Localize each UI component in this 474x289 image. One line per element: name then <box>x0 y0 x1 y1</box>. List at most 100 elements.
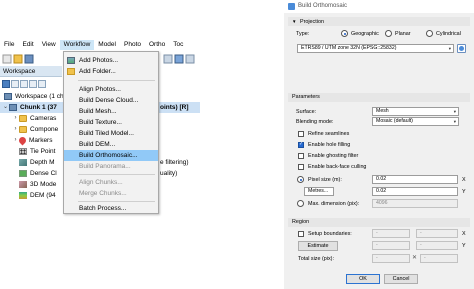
enable-hole-filling-label: Enable hole filling <box>308 142 351 148</box>
build-orthomosaic-dialog: Build Orthomosaic ▼ Projection Type: Geo… <box>284 0 474 289</box>
save-icon[interactable] <box>24 54 34 64</box>
region-section-label: Region <box>292 219 310 225</box>
total-size-y-value: - <box>424 255 426 261</box>
projection-section-header[interactable]: ▼ Projection <box>288 17 470 26</box>
menu-item-build-panorama[interactable]: Build Panorama... <box>64 161 158 172</box>
add-photos-icon <box>67 57 75 64</box>
menu-bar: File Edit View Workflow Model Photo Orth… <box>0 40 200 50</box>
parameters-section-label: Parameters <box>292 94 320 100</box>
boundary-x-max-value: - <box>420 230 422 236</box>
menu-model[interactable]: Model <box>94 40 120 50</box>
parameters-section-header[interactable]: Parameters <box>288 93 470 102</box>
menu-view[interactable]: View <box>38 40 60 50</box>
ok-button[interactable]: OK <box>346 274 380 284</box>
chevron-right-icon[interactable]: › <box>12 124 19 135</box>
select-crs-globe-icon[interactable] <box>457 44 466 53</box>
dialog-title: Build Orthomosaic <box>298 3 348 9</box>
menu-item-build-orthomosaic[interactable]: Build Orthomosaic... <box>64 150 158 161</box>
menu-item-build-dense-cloud[interactable]: Build Dense Cloud... <box>64 95 158 106</box>
radio-geographic[interactable] <box>341 30 348 37</box>
tie-points-icon <box>19 148 27 155</box>
estimate-button[interactable]: Estimate <box>298 241 338 251</box>
dense-cloud-icon <box>19 170 27 177</box>
menu-item-align-chunks[interactable]: Align Chunks... <box>64 177 158 188</box>
menu-tools[interactable]: Toc <box>169 40 187 50</box>
chevron-down-icon[interactable]: ⌄ <box>2 102 9 113</box>
disable-icon[interactable] <box>38 80 46 88</box>
menu-item-build-tiled-model[interactable]: Build Tiled Model... <box>64 128 158 139</box>
enable-ghosting-filter-checkbox[interactable] <box>298 153 304 159</box>
enable-hole-filling-checkbox[interactable] <box>298 141 304 148</box>
tree-dense-cloud-label: Dense Cl <box>30 170 57 177</box>
boundary-x-min[interactable]: - <box>372 229 410 238</box>
menu-edit[interactable]: Edit <box>18 40 37 50</box>
crs-value: ETRS89 / UTM zone 32N (EPSG::25832) <box>301 45 397 51</box>
dialog-titlebar: Build Orthomosaic <box>284 0 474 13</box>
enable-backface-culling-checkbox[interactable] <box>298 164 304 170</box>
blending-mode-select[interactable]: Mosaic (default) ▾ <box>372 117 459 126</box>
menu-ortho[interactable]: Ortho <box>145 40 169 50</box>
enable-icon[interactable] <box>29 80 37 88</box>
menu-item-batch-process[interactable]: Batch Process... <box>64 203 158 214</box>
tree-dense-suffix: uality) <box>160 170 178 177</box>
boundary-y-max[interactable]: - <box>416 241 458 250</box>
menu-item-align-photos[interactable]: Align Photos... <box>64 84 158 95</box>
metres-button[interactable]: Metres... <box>304 187 334 196</box>
menu-item-label: Add Folder... <box>79 68 116 75</box>
depth-maps-icon <box>19 159 27 166</box>
menu-item-label: Add Photos... <box>79 57 119 64</box>
add-photos-icon[interactable] <box>11 80 19 88</box>
open-icon[interactable] <box>13 54 23 64</box>
radio-cylindrical[interactable] <box>426 30 433 37</box>
toolbar-icon-c[interactable] <box>185 54 195 64</box>
setup-boundaries-checkbox[interactable] <box>298 231 304 237</box>
surface-select[interactable]: Mesh ▾ <box>372 107 459 116</box>
boundary-x-min-value: - <box>376 230 378 236</box>
remove-icon[interactable] <box>20 80 28 88</box>
main-app-window: File Edit View Workflow Model Photo Orth… <box>0 0 284 289</box>
refine-seamlines-checkbox[interactable] <box>298 131 304 137</box>
max-dimension-value: 4096 <box>376 200 388 206</box>
region-section-header[interactable]: Region <box>288 218 470 227</box>
menu-item-build-texture[interactable]: Build Texture... <box>64 117 158 128</box>
max-dimension-input[interactable]: 4096 <box>372 199 458 208</box>
menu-item-build-dem[interactable]: Build DEM... <box>64 139 158 150</box>
refine-seamlines-label: Refine seamlines <box>308 131 350 137</box>
toolbar-icon-b[interactable] <box>174 54 184 64</box>
pixel-size-radio[interactable] <box>297 176 304 183</box>
radio-planar[interactable] <box>385 30 392 37</box>
tree-depth-suffix: e filtering) <box>160 159 189 166</box>
crs-select[interactable]: ETRS89 / UTM zone 32N (EPSG::25832) ▾ <box>297 44 454 53</box>
menu-item-label: Align Photos... <box>79 86 121 93</box>
blending-mode-value: Mosaic (default) <box>376 118 413 124</box>
menu-item-add-folder[interactable]: Add Folder... <box>64 66 158 77</box>
toolbar-icon-a[interactable] <box>163 54 173 64</box>
add-chunk-icon[interactable] <box>2 80 10 88</box>
tree-components-label: Compone <box>30 126 59 133</box>
setup-boundaries-label: Setup boundaries: <box>308 231 352 237</box>
workspace-toolbar <box>0 78 62 90</box>
max-dimension-radio[interactable] <box>297 200 304 207</box>
chevron-right-icon[interactable]: › <box>12 113 19 124</box>
menu-photo[interactable]: Photo <box>120 40 145 50</box>
radio-planar-label: Planar <box>395 31 411 37</box>
menu-item-build-mesh[interactable]: Build Mesh... <box>64 106 158 117</box>
workflow-menu: Add Photos... Add Folder... Align Photos… <box>63 51 159 214</box>
dropdown-arrow-icon: ▾ <box>453 109 456 114</box>
new-doc-icon[interactable] <box>2 54 12 64</box>
cancel-button[interactable]: Cancel <box>384 274 418 284</box>
menu-item-label: Merge Chunks... <box>79 190 127 197</box>
enable-backface-culling-label: Enable back-face culling <box>308 164 367 170</box>
workspace-pane-title: Workspace <box>0 66 62 77</box>
menu-workflow[interactable]: Workflow <box>59 40 95 50</box>
menu-item-add-photos[interactable]: Add Photos... <box>64 55 158 66</box>
pixel-size-x-value: 0.02 <box>376 176 387 182</box>
menu-separator <box>78 174 155 175</box>
boundary-x-max[interactable]: - <box>416 229 458 238</box>
pixel-size-x-input[interactable]: 0.02 <box>372 175 458 184</box>
boundary-y-min[interactable]: - <box>372 241 410 250</box>
menu-item-merge-chunks[interactable]: Merge Chunks... <box>64 188 158 199</box>
pixel-size-y-input[interactable]: 0.02 <box>372 187 458 196</box>
tree-workspace-label: Workspace (1 ch <box>15 93 64 100</box>
menu-file[interactable]: File <box>0 40 18 50</box>
